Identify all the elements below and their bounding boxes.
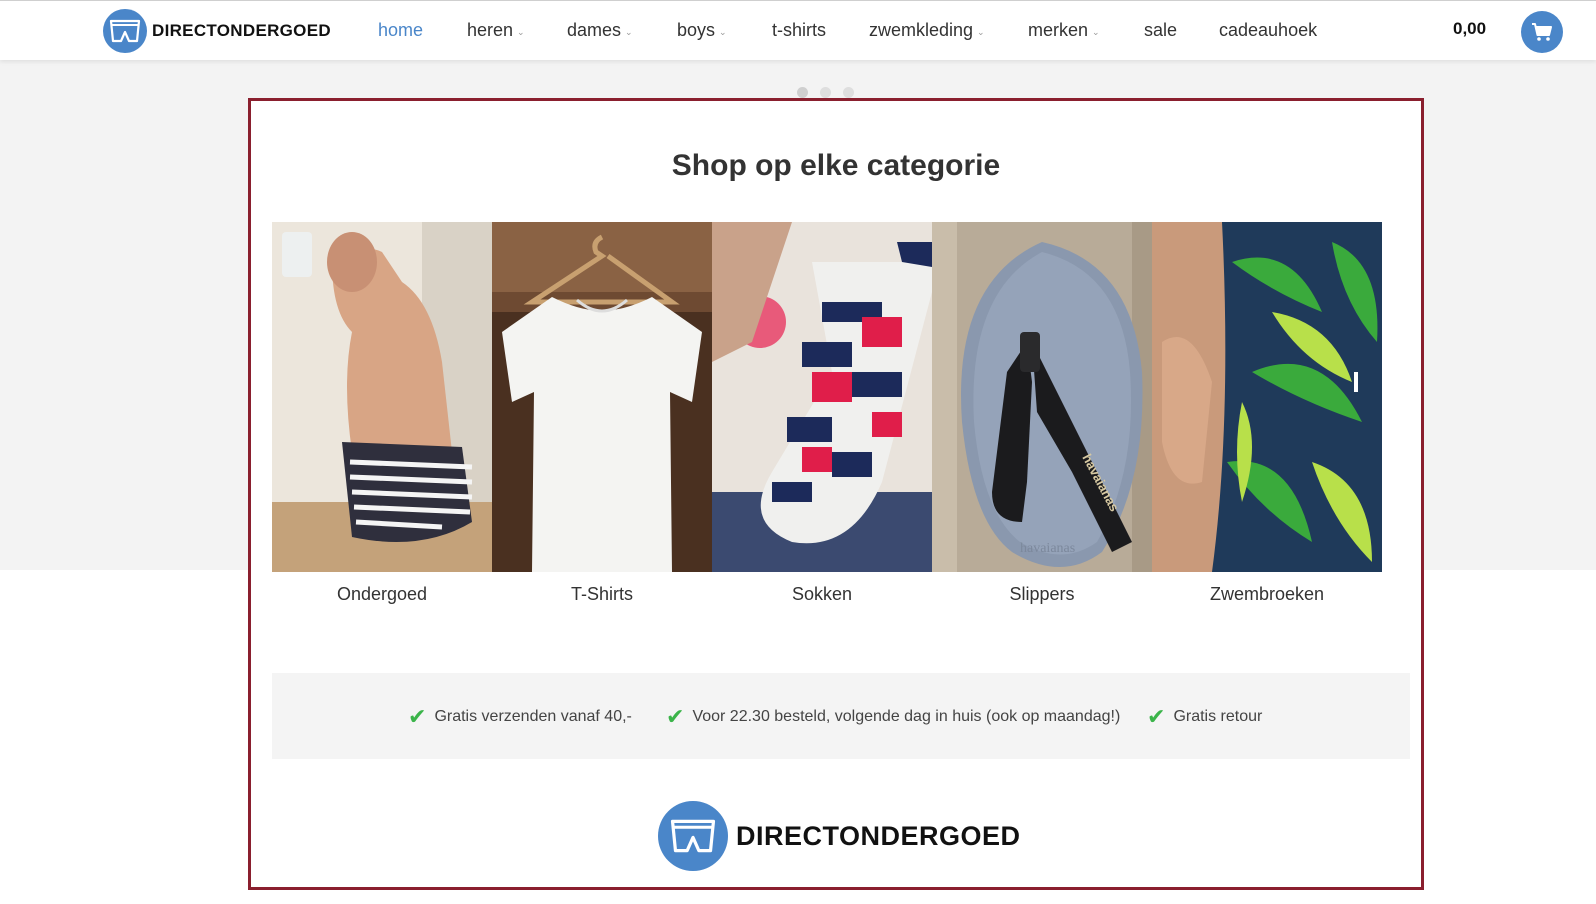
flipflop-sole-text: havaianas <box>1020 541 1075 556</box>
boxer-briefs-icon <box>658 801 728 871</box>
brand-name: DIRECTONDERGOED <box>152 21 331 40</box>
category-image-sokken <box>712 222 932 572</box>
cart-button[interactable] <box>1521 11 1563 53</box>
category-label: Slippers <box>1009 584 1075 604</box>
chevron-down-icon: ⌄ <box>977 26 985 37</box>
nav-item-zwemkleding[interactable]: zwemkleding ⌄ <box>869 20 985 41</box>
carousel-dots <box>797 87 854 98</box>
usp-text: Voor 22.30 besteld, volgende dag in huis… <box>692 708 1121 725</box>
check-icon: ✔ <box>1147 704 1166 729</box>
category-ondergoed[interactable]: Ondergoed <box>272 222 492 632</box>
chevron-down-icon: ⌄ <box>1092 26 1100 37</box>
brand-logo-link[interactable]: DIRECTONDERGOED <box>103 9 331 53</box>
category-panel: Shop op elke categorie Ondergoed T-Shirt… <box>248 98 1424 890</box>
category-label: Sokken <box>791 584 853 604</box>
category-sokken[interactable]: Sokken <box>712 222 932 632</box>
usp-item: ✔ Gratis retour <box>1147 706 1262 728</box>
carousel-dot[interactable] <box>820 87 831 98</box>
carousel-dot[interactable] <box>843 87 854 98</box>
category-image-slippers: havaianas havaianas <box>932 222 1152 572</box>
category-zwembroeken[interactable]: Zwembroeken <box>1152 222 1382 632</box>
cart-amount: 0,00 <box>1453 19 1487 38</box>
nav-item-heren[interactable]: heren ⌄ <box>467 20 525 41</box>
footer-brand-name: DIRECTONDERGOED <box>736 820 1021 851</box>
usp-text: Gratis verzenden vanaf 40,- <box>434 708 632 725</box>
category-grid: Ondergoed T-Shirts Sokken havaianas hava… <box>272 222 1399 632</box>
nav-item-boys[interactable]: boys ⌄ <box>677 20 727 41</box>
site-header: DIRECTONDERGOED home heren ⌄ dames ⌄ boys ⌄… <box>0 0 1596 60</box>
category-label: Zwembroeken <box>1209 584 1325 604</box>
nav-item-sale[interactable]: sale <box>1144 20 1177 41</box>
category-label: Ondergoed <box>336 584 428 604</box>
nav-item-cadeauhoek[interactable]: cadeauhoek <box>1219 20 1317 41</box>
check-icon: ✔ <box>408 704 427 729</box>
footer-brand-logo: DIRECTONDERGOED <box>658 801 1021 871</box>
category-slippers[interactable]: havaianas havaianas Slippers <box>932 222 1152 632</box>
category-t-shirts[interactable]: T-Shirts <box>492 222 712 632</box>
usp-text: Gratis retour <box>1173 708 1263 725</box>
boxer-briefs-icon <box>103 9 147 53</box>
category-image-t-shirts <box>492 222 712 572</box>
cart-icon <box>1532 23 1552 41</box>
chevron-down-icon: ⌄ <box>719 26 727 37</box>
carousel-dot[interactable] <box>797 87 808 98</box>
category-label: T-Shirts <box>570 584 633 604</box>
nav-item-merken[interactable]: merken ⌄ <box>1028 20 1100 41</box>
chevron-down-icon: ⌄ <box>517 26 525 37</box>
nav-item-home[interactable]: home <box>378 20 423 41</box>
usp-item: ✔ Gratis verzenden vanaf 40,- <box>408 706 632 728</box>
check-icon: ✔ <box>666 704 685 729</box>
category-image-ondergoed <box>272 222 492 572</box>
nav-item-dames[interactable]: dames ⌄ <box>567 20 633 41</box>
chevron-down-icon: ⌄ <box>625 26 633 37</box>
usp-item: ✔ Voor 22.30 besteld, volgende dag in hu… <box>666 706 1120 728</box>
usp-bar: ✔ Gratis verzenden vanaf 40,- ✔ Voor 22.… <box>272 673 1410 759</box>
category-image-zwembroeken <box>1152 222 1382 572</box>
section-title: Shop op elke categorie <box>671 149 1001 182</box>
nav-item-t-shirts[interactable]: t-shirts <box>772 20 826 41</box>
